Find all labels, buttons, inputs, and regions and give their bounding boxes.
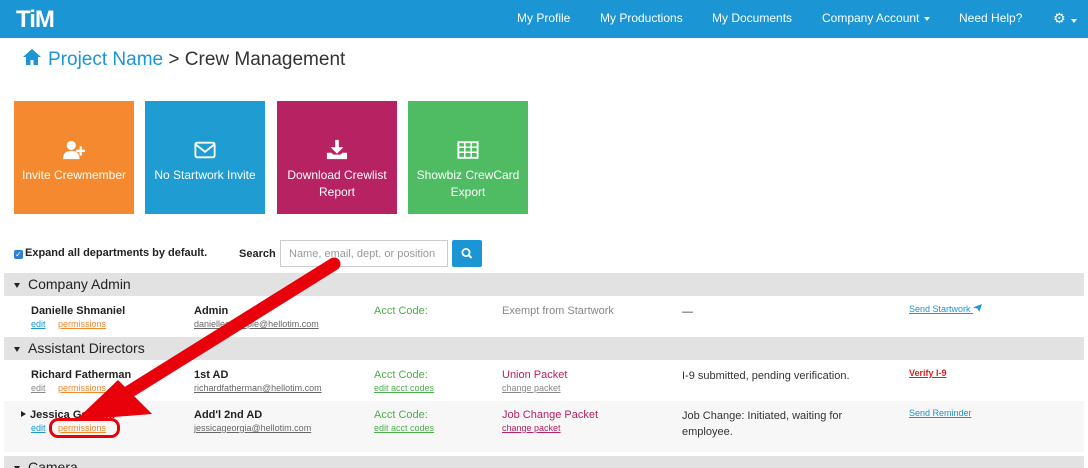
annotation-arrow — [76, 257, 341, 420]
annotation-highlight-circle — [49, 418, 120, 438]
